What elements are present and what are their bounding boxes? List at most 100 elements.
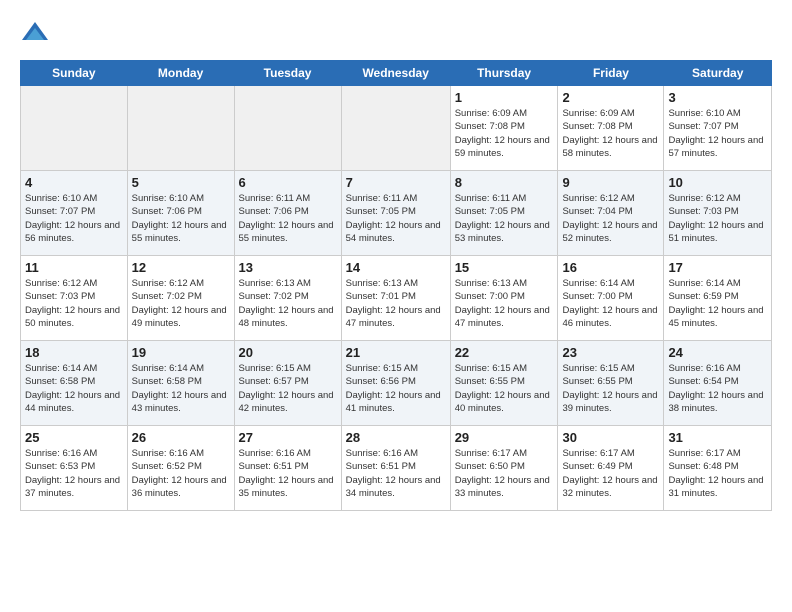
calendar-day-cell: 15Sunrise: 6:13 AM Sunset: 7:00 PM Dayli…: [450, 256, 558, 341]
calendar-day-cell: 23 Sunrise: 6:15 AM Sunset: 6:55 PM Dayli…: [558, 341, 664, 426]
day-number: 1: [455, 90, 554, 105]
day-number: 24: [668, 345, 767, 360]
day-info: Sunrise: 6:12 AM Sunset: 7:03 PM Dayligh…: [668, 192, 767, 245]
day-info: Sunrise: 6:14 AM Sunset: 6:58 PM Dayligh…: [25, 362, 123, 415]
calendar-day-cell: 4 Sunrise: 6:10 AM Sunset: 7:07 PM Daylig…: [21, 171, 128, 256]
day-info: Sunrise: 6:12 AM Sunset: 7:02 PM Dayligh…: [132, 277, 230, 330]
calendar-day-cell: [341, 86, 450, 171]
day-number: 4: [25, 175, 123, 190]
day-info: Sunrise: 6:14 AM Sunset: 6:59 PM Dayligh…: [668, 277, 767, 330]
day-info: Sunrise: 6:10 AM Sunset: 7:06 PM Dayligh…: [132, 192, 230, 245]
day-number: 13: [239, 260, 337, 275]
day-info: Sunrise: 6:10 AM Sunset: 7:07 PM Dayligh…: [25, 192, 123, 245]
day-of-week-header: Wednesday: [341, 61, 450, 86]
day-info: Sunrise: 6:13 AM Sunset: 7:00 PM Dayligh…: [455, 277, 554, 330]
calendar-day-cell: 28 Sunrise: 6:16 AM Sunset: 6:51 PM Dayli…: [341, 426, 450, 511]
calendar-week-row: 18 Sunrise: 6:14 AM Sunset: 6:58 PM Dayli…: [21, 341, 772, 426]
logo-icon: [20, 20, 50, 50]
calendar-week-row: 11 Sunrise: 6:12 AM Sunset: 7:03 PM Dayli…: [21, 256, 772, 341]
calendar-day-cell: 9 Sunrise: 6:12 AM Sunset: 7:04 PM Daylig…: [558, 171, 664, 256]
logo: [20, 20, 54, 50]
calendar-day-cell: 16 Sunrise: 6:14 AM Sunset: 7:00 PM Dayli…: [558, 256, 664, 341]
calendar-day-cell: 2 Sunrise: 6:09 AM Sunset: 7:08 PM Daylig…: [558, 86, 664, 171]
day-number: 6: [239, 175, 337, 190]
day-info: Sunrise: 6:12 AM Sunset: 7:03 PM Dayligh…: [25, 277, 123, 330]
day-info: Sunrise: 6:13 AM Sunset: 7:02 PM Dayligh…: [239, 277, 337, 330]
day-number: 2: [562, 90, 659, 105]
day-info: Sunrise: 6:16 AM Sunset: 6:53 PM Dayligh…: [25, 447, 123, 500]
calendar-day-cell: 13 Sunrise: 6:13 AM Sunset: 7:02 PM Dayli…: [234, 256, 341, 341]
day-info: Sunrise: 6:13 AM Sunset: 7:01 PM Dayligh…: [346, 277, 446, 330]
day-info: Sunrise: 6:15 AM Sunset: 6:57 PM Dayligh…: [239, 362, 337, 415]
day-number: 23: [562, 345, 659, 360]
calendar-day-cell: 1 Sunrise: 6:09 AM Sunset: 7:08 PM Daylig…: [450, 86, 558, 171]
day-number: 5: [132, 175, 230, 190]
day-info: Sunrise: 6:11 AM Sunset: 7:05 PM Dayligh…: [346, 192, 446, 245]
calendar-day-cell: [127, 86, 234, 171]
day-number: 16: [562, 260, 659, 275]
day-of-week-header: Thursday: [450, 61, 558, 86]
day-info: Sunrise: 6:15 AM Sunset: 6:55 PM Dayligh…: [562, 362, 659, 415]
calendar-day-cell: 27 Sunrise: 6:16 AM Sunset: 6:51 PM Dayli…: [234, 426, 341, 511]
day-info: Sunrise: 6:17 AM Sunset: 6:50 PM Dayligh…: [455, 447, 554, 500]
day-info: Sunrise: 6:15 AM Sunset: 6:56 PM Dayligh…: [346, 362, 446, 415]
day-of-week-header: Friday: [558, 61, 664, 86]
day-number: 29: [455, 430, 554, 445]
day-number: 28: [346, 430, 446, 445]
day-info: Sunrise: 6:14 AM Sunset: 7:00 PM Dayligh…: [562, 277, 659, 330]
calendar-day-cell: 25 Sunrise: 6:16 AM Sunset: 6:53 PM Dayli…: [21, 426, 128, 511]
calendar-day-cell: 3Sunrise: 6:10 AM Sunset: 7:07 PM Daylig…: [664, 86, 772, 171]
calendar-day-cell: 24Sunrise: 6:16 AM Sunset: 6:54 PM Dayli…: [664, 341, 772, 426]
day-number: 17: [668, 260, 767, 275]
calendar-day-cell: 26 Sunrise: 6:16 AM Sunset: 6:52 PM Dayli…: [127, 426, 234, 511]
calendar-day-cell: 10 Sunrise: 6:12 AM Sunset: 7:03 PM Dayli…: [664, 171, 772, 256]
calendar-day-cell: 17 Sunrise: 6:14 AM Sunset: 6:59 PM Dayli…: [664, 256, 772, 341]
calendar-day-cell: 29 Sunrise: 6:17 AM Sunset: 6:50 PM Dayli…: [450, 426, 558, 511]
day-info: Sunrise: 6:12 AM Sunset: 7:04 PM Dayligh…: [562, 192, 659, 245]
calendar-day-cell: 31Sunrise: 6:17 AM Sunset: 6:48 PM Dayli…: [664, 426, 772, 511]
day-info: Sunrise: 6:16 AM Sunset: 6:52 PM Dayligh…: [132, 447, 230, 500]
calendar-day-cell: 14Sunrise: 6:13 AM Sunset: 7:01 PM Dayli…: [341, 256, 450, 341]
day-of-week-header: Saturday: [664, 61, 772, 86]
day-number: 22: [455, 345, 554, 360]
day-number: 9: [562, 175, 659, 190]
day-number: 21: [346, 345, 446, 360]
day-of-week-header: Tuesday: [234, 61, 341, 86]
day-number: 19: [132, 345, 230, 360]
day-number: 31: [668, 430, 767, 445]
day-info: Sunrise: 6:16 AM Sunset: 6:51 PM Dayligh…: [239, 447, 337, 500]
calendar-day-cell: 18 Sunrise: 6:14 AM Sunset: 6:58 PM Dayli…: [21, 341, 128, 426]
day-info: Sunrise: 6:11 AM Sunset: 7:06 PM Dayligh…: [239, 192, 337, 245]
day-number: 7: [346, 175, 446, 190]
calendar-day-cell: 5 Sunrise: 6:10 AM Sunset: 7:06 PM Daylig…: [127, 171, 234, 256]
day-of-week-header: Monday: [127, 61, 234, 86]
day-info: Sunrise: 6:10 AM Sunset: 7:07 PM Dayligh…: [668, 107, 767, 160]
calendar-day-cell: 21 Sunrise: 6:15 AM Sunset: 6:56 PM Dayli…: [341, 341, 450, 426]
day-number: 25: [25, 430, 123, 445]
day-number: 12: [132, 260, 230, 275]
calendar-table: SundayMondayTuesdayWednesdayThursdayFrid…: [20, 60, 772, 511]
calendar-day-cell: [234, 86, 341, 171]
day-info: Sunrise: 6:11 AM Sunset: 7:05 PM Dayligh…: [455, 192, 554, 245]
calendar-week-row: 4 Sunrise: 6:10 AM Sunset: 7:07 PM Daylig…: [21, 171, 772, 256]
day-info: Sunrise: 6:09 AM Sunset: 7:08 PM Dayligh…: [455, 107, 554, 160]
day-of-week-header: Sunday: [21, 61, 128, 86]
calendar-header-row: SundayMondayTuesdayWednesdayThursdayFrid…: [21, 61, 772, 86]
day-number: 26: [132, 430, 230, 445]
day-number: 10: [668, 175, 767, 190]
day-info: Sunrise: 6:16 AM Sunset: 6:51 PM Dayligh…: [346, 447, 446, 500]
day-info: Sunrise: 6:09 AM Sunset: 7:08 PM Dayligh…: [562, 107, 659, 160]
calendar-day-cell: 11 Sunrise: 6:12 AM Sunset: 7:03 PM Dayli…: [21, 256, 128, 341]
day-number: 30: [562, 430, 659, 445]
calendar-day-cell: 19 Sunrise: 6:14 AM Sunset: 6:58 PM Dayli…: [127, 341, 234, 426]
page-header: [20, 20, 772, 50]
day-number: 27: [239, 430, 337, 445]
day-number: 11: [25, 260, 123, 275]
calendar-day-cell: [21, 86, 128, 171]
day-number: 18: [25, 345, 123, 360]
calendar-week-row: 1 Sunrise: 6:09 AM Sunset: 7:08 PM Daylig…: [21, 86, 772, 171]
calendar-day-cell: 20Sunrise: 6:15 AM Sunset: 6:57 PM Dayli…: [234, 341, 341, 426]
calendar-day-cell: 7 Sunrise: 6:11 AM Sunset: 7:05 PM Daylig…: [341, 171, 450, 256]
day-info: Sunrise: 6:15 AM Sunset: 6:55 PM Dayligh…: [455, 362, 554, 415]
day-info: Sunrise: 6:14 AM Sunset: 6:58 PM Dayligh…: [132, 362, 230, 415]
